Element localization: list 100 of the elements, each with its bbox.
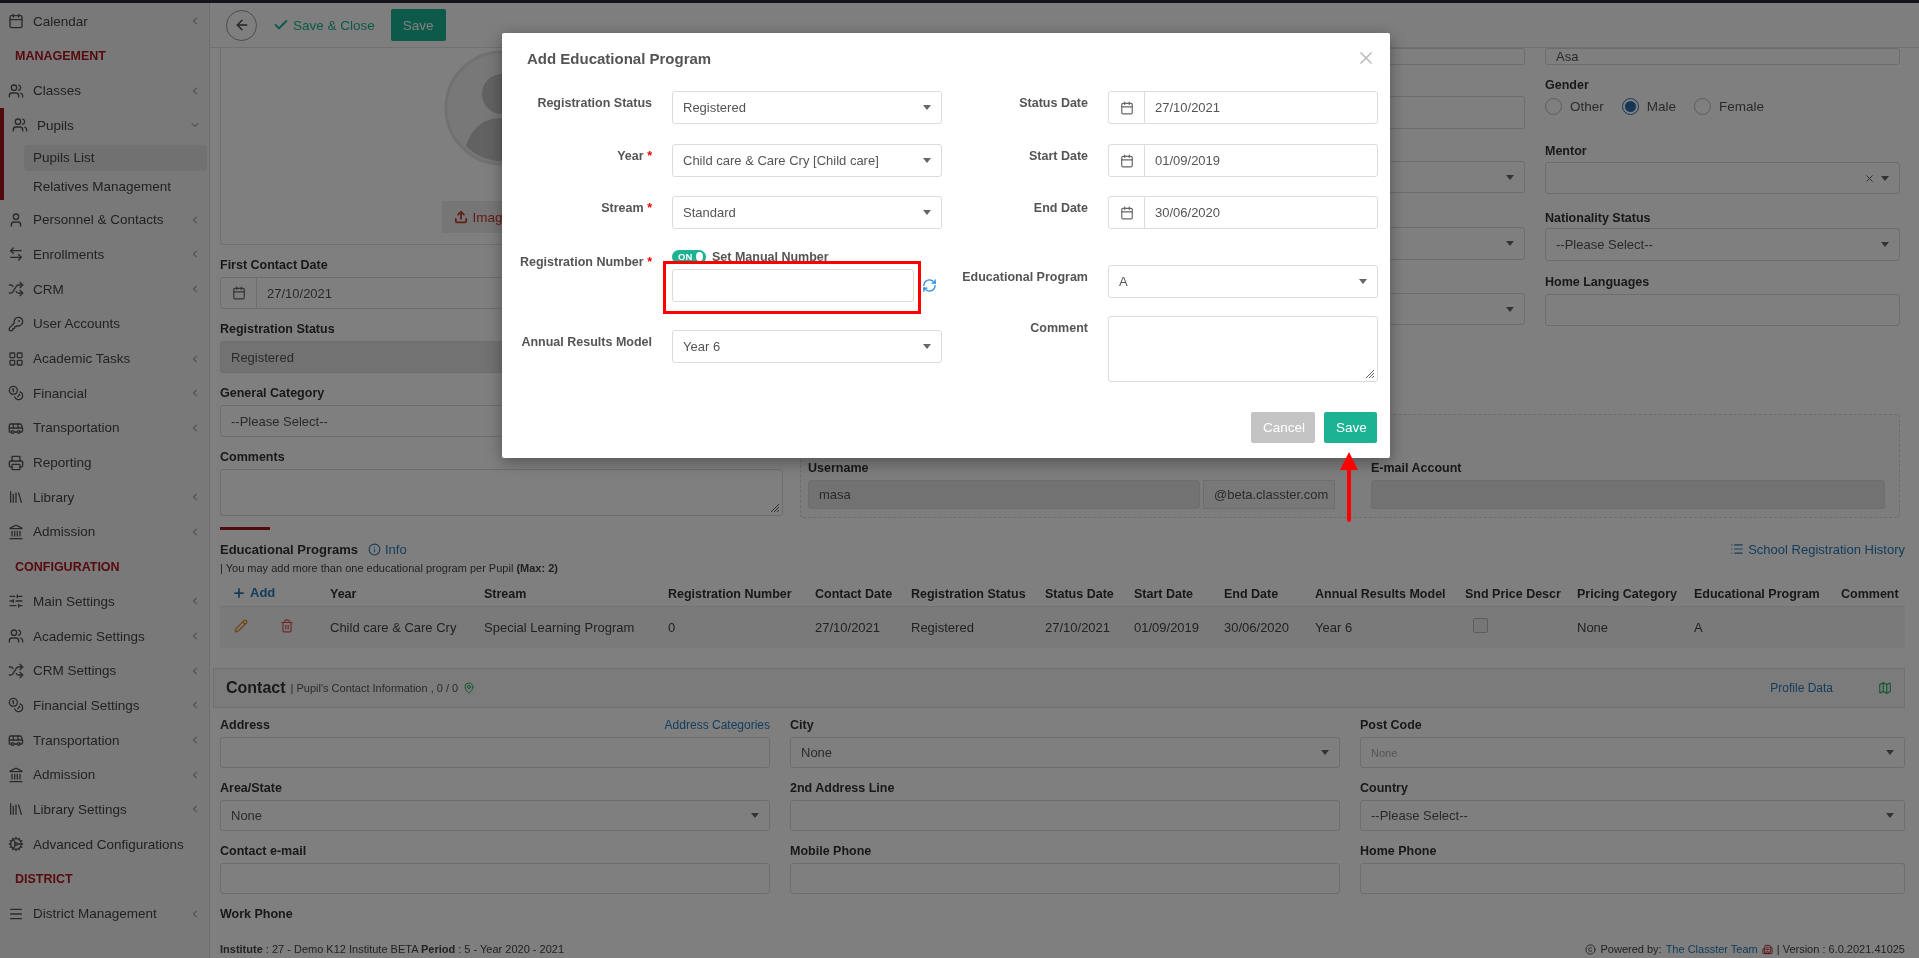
sidebar-item[interactable]: CRM: [0, 271, 209, 307]
sidebar-item[interactable]: Personnel & Contacts: [0, 202, 209, 238]
map-icon[interactable]: [1878, 681, 1892, 695]
dropdown[interactable]: None: [790, 737, 1340, 768]
field-label: Gender: [1545, 77, 1589, 94]
sidebar-item[interactable]: Academic Settings: [0, 618, 209, 654]
profile-data-link[interactable]: Profile Data: [1770, 681, 1833, 695]
dropdown[interactable]: Registered: [672, 91, 942, 124]
caret-icon: [1506, 241, 1514, 246]
resize-grip-icon[interactable]: [770, 503, 780, 513]
sidebar-item[interactable]: Enrollments: [0, 237, 209, 272]
field-label: Work Phone: [220, 906, 293, 923]
delete-icon[interactable]: [280, 618, 294, 633]
text-field[interactable]: [672, 269, 914, 302]
date-field[interactable]: 27/10/2021: [1108, 91, 1378, 124]
sidebar-item[interactable]: Academic Tasks: [0, 341, 209, 376]
dropdown[interactable]: --Please Select--: [1360, 800, 1905, 831]
version-text: | Version : 6.0.2021.41025: [1776, 943, 1905, 955]
dropdown[interactable]: A: [1108, 265, 1378, 298]
column-header: Year: [330, 586, 357, 601]
column-header: Comment: [1841, 586, 1899, 601]
calendar-icon[interactable]: [1119, 205, 1134, 220]
address-categories-link[interactable]: Address Categories: [664, 718, 770, 732]
section-heading: DISTRICT: [14, 870, 74, 888]
caret-icon: [751, 813, 759, 818]
caret-icon: [1321, 750, 1329, 755]
calendar-icon[interactable]: [231, 286, 246, 300]
radio-option[interactable]: Other: [1545, 97, 1604, 115]
date-field[interactable]: 01/09/2019: [1108, 144, 1378, 177]
dropdown[interactable]: None: [220, 800, 770, 831]
field-label: First Contact Date: [220, 257, 328, 274]
add-link[interactable]: Add: [232, 585, 276, 600]
column-header: Registration Number: [668, 586, 792, 601]
sidebar-item[interactable]: Transportation: [0, 722, 209, 758]
team-link[interactable]: The Classter Team: [1665, 943, 1758, 955]
sidebar-item[interactable]: Advanced Configurations: [0, 826, 209, 862]
sidebar-item[interactable]: Financial Settings: [0, 688, 209, 723]
calendar-icon[interactable]: [1119, 153, 1134, 168]
resize-grip-icon[interactable]: [1365, 369, 1375, 379]
dropdown[interactable]: --Please Select--: [1545, 228, 1900, 261]
sidebar-item[interactable]: Admission: [0, 757, 209, 793]
sidebar-item[interactable]: Financial: [0, 375, 209, 411]
menu-item-icon: [8, 350, 24, 367]
field-label: Year *: [616, 148, 652, 165]
menu-item-icon: [8, 593, 24, 610]
save-close-button[interactable]: Save & Close: [269, 17, 379, 33]
radio-option[interactable]: Male: [1621, 97, 1677, 115]
history-link[interactable]: School Registration History: [1730, 541, 1905, 557]
field-label: E-mail Account: [1371, 460, 1462, 477]
table-cell: Year 6: [1315, 619, 1353, 635]
back-button[interactable]: [226, 9, 257, 41]
sidebar-item[interactable]: Library Settings: [0, 792, 209, 827]
modal-title: Add Educational Program: [527, 49, 712, 67]
submenu-item[interactable]: Pupils List: [24, 144, 207, 171]
caret-icon: [1881, 175, 1889, 181]
sidebar-item[interactable]: User Accounts: [0, 306, 209, 342]
field-label: Nationality Status: [1545, 210, 1651, 227]
field-label: Educational Program: [961, 269, 1088, 286]
sidebar-item[interactable]: Pupils: [4, 108, 209, 143]
sidebar-item[interactable]: Transportation: [0, 410, 209, 446]
clear-icon[interactable]: [1864, 172, 1875, 184]
submenu-item[interactable]: Relatives Management: [24, 172, 207, 201]
field-label: 2nd Address Line: [790, 780, 895, 797]
sidebar-item[interactable]: Admission: [0, 514, 209, 550]
upload-icon: [453, 210, 468, 224]
dropdown[interactable]: Year 6: [672, 330, 942, 363]
sidebar-item[interactable]: Calendar: [0, 4, 209, 39]
calendar-icon[interactable]: [1119, 100, 1134, 115]
copyright-icon: [1585, 943, 1597, 955]
table-cell: Registered: [911, 619, 974, 635]
caret-icon: [1886, 813, 1894, 818]
caret-icon: [1506, 306, 1514, 312]
field-label: General Category: [220, 385, 325, 402]
sidebar-item[interactable]: Main Settings: [0, 584, 209, 619]
dropdown[interactable]: Child care & Care Cry [Child care]: [672, 144, 942, 177]
text-field[interactable]: masa: [808, 480, 1200, 509]
info-icon: [368, 542, 381, 556]
field-label: Username: [808, 460, 869, 477]
table-cell: None: [1577, 619, 1609, 635]
sidebar-item[interactable]: CRM Settings: [0, 653, 209, 689]
dropdown[interactable]: Standard: [672, 196, 942, 229]
sidebar-item[interactable]: Classes: [0, 73, 209, 109]
sidebar-item[interactable]: Reporting: [0, 445, 209, 480]
save-button[interactable]: Save: [390, 9, 446, 41]
field-label: Stream *: [600, 200, 652, 217]
save-button[interactable]: Save: [1324, 412, 1377, 443]
sidebar-item[interactable]: District Management: [0, 896, 209, 931]
section-heading: CONFIGURATION: [14, 558, 121, 576]
table-cell: 30/06/2020: [1224, 619, 1290, 635]
date-field[interactable]: 30/06/2020: [1108, 196, 1378, 229]
menu-item-icon: [8, 697, 24, 714]
column-header: Snd Price Descr: [1465, 586, 1561, 601]
edit-icon[interactable]: [234, 618, 248, 633]
text-field[interactable]: Asa: [1545, 48, 1900, 65]
checkbox[interactable]: [1473, 618, 1488, 634]
info-link[interactable]: Info: [368, 541, 407, 557]
radio-option[interactable]: Female: [1694, 97, 1765, 115]
sidebar-item[interactable]: Library: [0, 479, 209, 515]
table-cell: 27/10/2021: [1045, 619, 1111, 635]
refresh-icon[interactable]: [922, 278, 937, 293]
